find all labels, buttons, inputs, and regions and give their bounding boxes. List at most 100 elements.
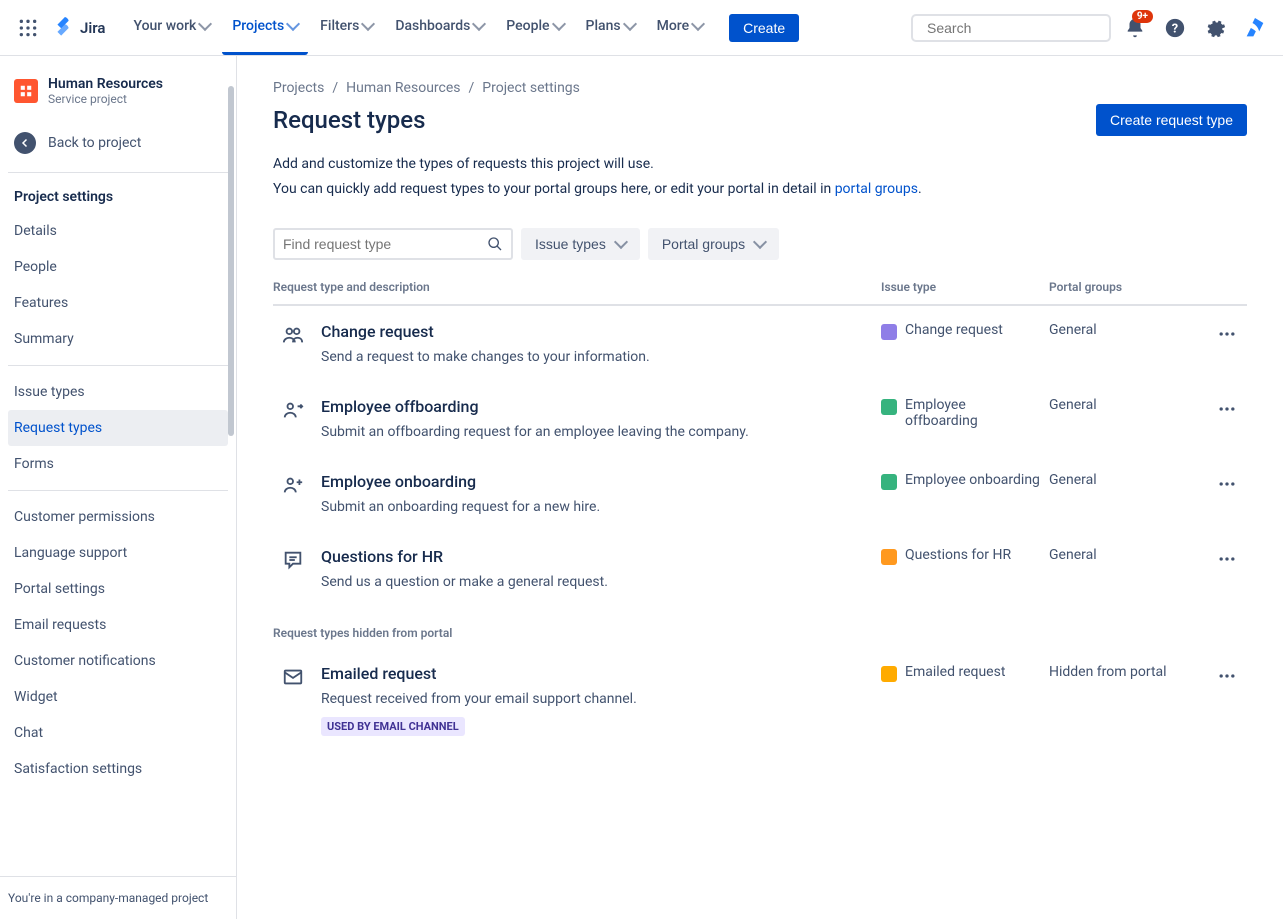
request-type-row[interactable]: Employee onboarding Submit an onboarding… xyxy=(273,456,1247,531)
create-button[interactable]: Create xyxy=(729,14,799,42)
sidebar-item-widget[interactable]: Widget xyxy=(8,679,228,715)
issue-type-icon xyxy=(881,549,897,565)
request-type-row[interactable]: Emailed request Request received from yo… xyxy=(273,648,1247,752)
chevron-down-icon xyxy=(623,17,637,31)
back-to-project[interactable]: Back to project xyxy=(8,122,228,164)
find-request-type[interactable] xyxy=(273,228,513,260)
jira-logo[interactable]: Jira xyxy=(48,17,111,39)
back-arrow-icon xyxy=(14,132,36,154)
breadcrumb-item[interactable]: Human Resources xyxy=(346,80,460,96)
issue-type: Questions for HR xyxy=(881,547,1041,565)
atlassian-icon[interactable] xyxy=(1239,12,1271,44)
sidebar-item-issue-types[interactable]: Issue types xyxy=(8,374,228,410)
issue-type-icon xyxy=(881,474,897,490)
person-add-icon xyxy=(273,472,313,496)
notifications-icon[interactable]: 9+ xyxy=(1119,12,1151,44)
more-actions-icon[interactable] xyxy=(1207,472,1247,496)
email-channel-tag: USED BY EMAIL CHANNEL xyxy=(321,717,465,736)
col-request-type: Request type and description xyxy=(273,280,873,294)
table-header: Request type and description Issue type … xyxy=(273,274,1247,306)
nav-people[interactable]: People xyxy=(496,1,573,55)
request-type-row[interactable]: Change request Send a request to make ch… xyxy=(273,306,1247,381)
search-input[interactable] xyxy=(927,20,1108,36)
row-title: Emailed request xyxy=(321,664,873,683)
chat-icon xyxy=(273,547,313,571)
main-content: Projects/Human Resources/Project setting… xyxy=(237,56,1283,919)
more-actions-icon[interactable] xyxy=(1207,322,1247,346)
sidebar-item-customer-permissions[interactable]: Customer permissions xyxy=(8,499,228,535)
sidebar-item-portal-settings[interactable]: Portal settings xyxy=(8,571,228,607)
more-actions-icon[interactable] xyxy=(1207,397,1247,421)
chevron-down-icon xyxy=(198,17,212,31)
more-actions-icon[interactable] xyxy=(1207,547,1247,571)
project-avatar-icon xyxy=(14,79,38,103)
row-title: Employee offboarding xyxy=(321,397,873,416)
settings-icon[interactable] xyxy=(1199,12,1231,44)
sidebar-item-people[interactable]: People xyxy=(8,249,228,285)
portal-group: General xyxy=(1049,547,1199,563)
sidebar-item-request-types[interactable]: Request types xyxy=(8,410,228,446)
sidebar-scrollbar[interactable] xyxy=(226,56,236,879)
row-desc: Submit an offboarding request for an emp… xyxy=(321,424,873,440)
portal-groups-link[interactable]: portal groups xyxy=(835,181,918,197)
sidebar-item-features[interactable]: Features xyxy=(8,285,228,321)
request-type-row[interactable]: Employee offboarding Submit an offboardi… xyxy=(273,381,1247,456)
chevron-down-icon xyxy=(691,17,705,31)
sidebar-item-forms[interactable]: Forms xyxy=(8,446,228,482)
help-icon[interactable]: ? xyxy=(1159,12,1191,44)
nav-dashboards[interactable]: Dashboards xyxy=(385,1,494,55)
logo-text: Jira xyxy=(80,19,105,37)
nav-your-work[interactable]: Your work xyxy=(123,1,220,55)
row-desc: Send us a question or make a general req… xyxy=(321,574,873,590)
sidebar-item-satisfaction-settings[interactable]: Satisfaction settings xyxy=(8,751,228,787)
portal-group: General xyxy=(1049,472,1199,488)
row-title: Questions for HR xyxy=(321,547,873,566)
nav-more[interactable]: More xyxy=(647,1,714,55)
chevron-down-icon xyxy=(361,17,375,31)
breadcrumb-item[interactable]: Project settings xyxy=(482,80,580,96)
page-title: Request types xyxy=(273,106,426,134)
sidebar-item-summary[interactable]: Summary xyxy=(8,321,228,357)
people-icon xyxy=(273,322,313,346)
sidebar-item-details[interactable]: Details xyxy=(8,213,228,249)
issue-type: Emailed request xyxy=(881,664,1041,682)
create-request-type-button[interactable]: Create request type xyxy=(1096,104,1247,136)
issue-types-filter[interactable]: Issue types xyxy=(521,228,640,260)
hidden-section-header: Request types hidden from portal xyxy=(273,606,1247,648)
notification-badge: 9+ xyxy=(1132,10,1153,23)
more-actions-icon[interactable] xyxy=(1207,664,1247,688)
sidebar-item-customer-notifications[interactable]: Customer notifications xyxy=(8,643,228,679)
sidebar-item-language-support[interactable]: Language support xyxy=(8,535,228,571)
breadcrumb: Projects/Human Resources/Project setting… xyxy=(273,80,1247,96)
nav-plans[interactable]: Plans xyxy=(576,1,645,55)
sidebar-item-email-requests[interactable]: Email requests xyxy=(8,607,228,643)
search-box[interactable] xyxy=(911,14,1111,42)
project-type: Service project xyxy=(48,92,163,106)
issue-type: Employee offboarding xyxy=(881,397,1041,429)
issue-type-icon xyxy=(881,399,897,415)
app-switcher-icon[interactable] xyxy=(12,12,44,44)
chevron-down-icon xyxy=(286,17,300,31)
search-icon xyxy=(487,236,503,252)
portal-groups-filter[interactable]: Portal groups xyxy=(648,228,779,260)
nav-menu: Your workProjectsFiltersDashboardsPeople… xyxy=(123,1,713,55)
mail-icon xyxy=(273,664,313,688)
project-name: Human Resources xyxy=(48,76,163,92)
request-type-row[interactable]: Questions for HR Send us a question or m… xyxy=(273,531,1247,606)
row-desc: Submit an onboarding request for a new h… xyxy=(321,499,873,515)
nav-projects[interactable]: Projects xyxy=(222,1,308,55)
nav-filters[interactable]: Filters xyxy=(310,1,383,55)
portal-group: General xyxy=(1049,322,1199,338)
sidebar-item-chat[interactable]: Chat xyxy=(8,715,228,751)
col-portal-groups: Portal groups xyxy=(1049,280,1199,294)
col-issue-type: Issue type xyxy=(881,280,1041,294)
breadcrumb-item[interactable]: Projects xyxy=(273,80,324,96)
row-desc: Send a request to make changes to your i… xyxy=(321,349,873,365)
project-header[interactable]: Human Resources Service project xyxy=(8,76,228,122)
top-navigation: Jira Your workProjectsFiltersDashboardsP… xyxy=(0,0,1283,56)
issue-type: Change request xyxy=(881,322,1041,340)
chevron-down-icon xyxy=(472,17,486,31)
page-desc-2: You can quickly add request types to you… xyxy=(273,179,1247,200)
page-desc-1: Add and customize the types of requests … xyxy=(273,154,1247,175)
find-input[interactable] xyxy=(283,236,487,252)
